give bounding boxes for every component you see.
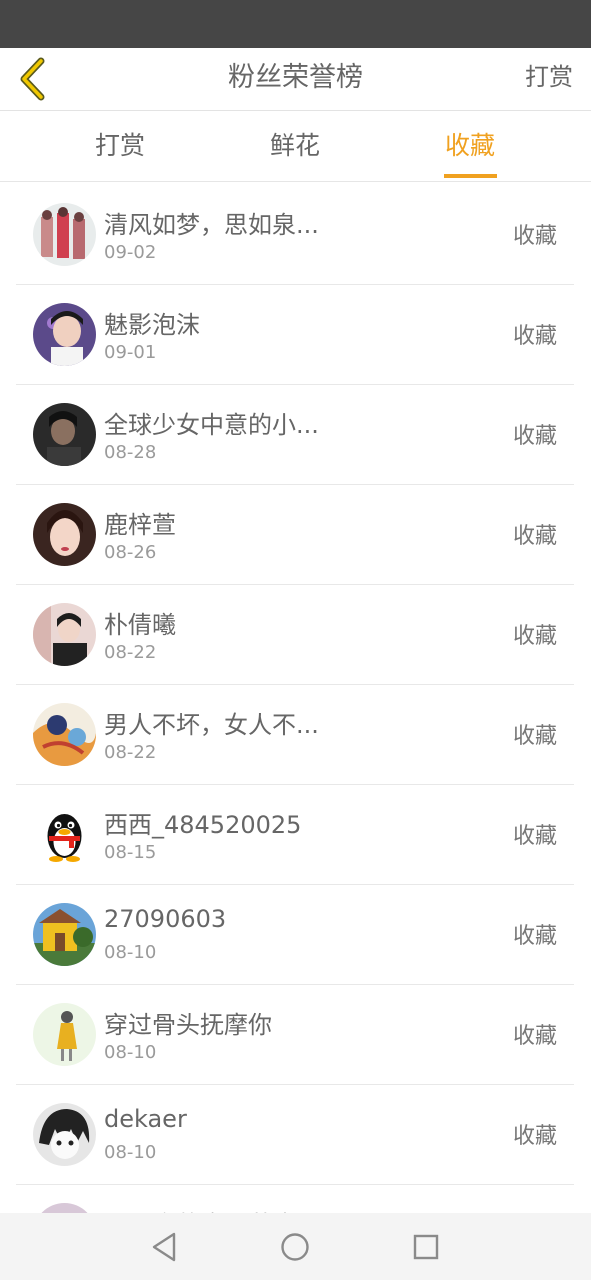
fan-date: 09-01	[104, 342, 157, 363]
fan-action-label: 收藏	[512, 624, 557, 649]
avatar	[33, 1003, 96, 1066]
fan-action-label: 收藏	[512, 424, 557, 449]
list-item[interactable]: 27090603 08-10 收藏	[16, 885, 574, 985]
fan-date: 08-10	[104, 1042, 157, 1063]
list-item[interactable]: 清风如梦，思如泉... 09-02 收藏	[16, 185, 574, 285]
fan-date: 09-02	[104, 242, 157, 263]
fan-name: 全球少女中意的小...	[104, 411, 319, 439]
tab-reward[interactable]: 打赏	[70, 111, 170, 181]
page-title: 粉丝荣誉榜	[228, 62, 363, 93]
fan-date: 08-15	[104, 842, 157, 863]
fan-list[interactable]: 清风如梦，思如泉... 09-02 收藏 魅影泡沫 09-01 收藏 全球少女中…	[0, 182, 591, 1214]
fan-action-label: 收藏	[512, 524, 557, 549]
avatar	[33, 303, 96, 366]
avatar	[33, 903, 96, 966]
qq-penguin-icon	[33, 803, 96, 866]
avatar	[33, 503, 96, 566]
system-nav-bar	[0, 1213, 591, 1280]
fan-name: 穿过骨头抚摩你	[104, 1011, 272, 1039]
fan-name: 魅影泡沫	[104, 311, 200, 339]
avatar	[33, 703, 96, 766]
list-item[interactable]: dekaer 08-10 收藏	[16, 1085, 574, 1185]
tab-flowers[interactable]: 鲜花	[245, 111, 345, 181]
fan-name: 鹿梓萱	[104, 511, 176, 539]
status-bar	[0, 0, 591, 48]
avatar	[33, 403, 96, 466]
reward-button[interactable]: 打赏	[525, 48, 573, 110]
fan-date: 08-10	[104, 1142, 157, 1163]
list-item[interactable]: 鹿梓萱 08-26 收藏	[16, 485, 574, 585]
fan-action-label: 收藏	[512, 224, 557, 249]
header: 粉丝荣誉榜 打赏	[0, 48, 591, 111]
square-recent-icon[interactable]	[409, 1230, 443, 1264]
tab-bar: 打赏 鲜花 收藏	[0, 111, 591, 182]
avatar	[33, 603, 96, 666]
fan-action-label: 收藏	[512, 924, 557, 949]
fan-name: 清风如梦，思如泉...	[104, 211, 319, 239]
list-item[interactable]: 全球少女中意的小... 08-28 收藏	[16, 385, 574, 485]
fan-name: 27090603	[104, 905, 227, 933]
fan-date: 08-10	[104, 942, 157, 963]
fan-action-label: 收藏	[512, 824, 557, 849]
avatar	[33, 1103, 96, 1166]
fan-name: dekaer	[104, 1105, 187, 1133]
fan-name: 朴倩曦	[104, 611, 176, 639]
list-item[interactable]: 魅影泡沫 09-01 收藏	[16, 285, 574, 385]
fan-date: 08-22	[104, 742, 157, 763]
list-item[interactable]: EXO家的宝贝莱米	[16, 1185, 574, 1214]
fan-name: 西西_484520025	[104, 811, 302, 839]
fan-action-label: 收藏	[512, 1124, 557, 1149]
list-item[interactable]: 男人不坏，女人不... 08-22 收藏	[16, 685, 574, 785]
list-item[interactable]: 西西_484520025 08-15 收藏	[16, 785, 574, 885]
list-item[interactable]: 朴倩曦 08-22 收藏	[16, 585, 574, 685]
fan-action-label: 收藏	[512, 724, 557, 749]
fan-name: 男人不坏，女人不...	[104, 711, 319, 739]
tab-favorites[interactable]: 收藏	[420, 111, 520, 181]
list-item[interactable]: 穿过骨头抚摩你 08-10 收藏	[16, 985, 574, 1085]
active-tab-indicator	[444, 174, 497, 178]
circle-home-icon[interactable]	[278, 1230, 312, 1264]
fan-action-label: 收藏	[512, 1024, 557, 1049]
avatar	[33, 203, 96, 266]
triangle-back-icon[interactable]	[148, 1230, 182, 1264]
fan-date: 08-28	[104, 442, 157, 463]
fan-date: 08-22	[104, 642, 157, 663]
avatar	[33, 803, 96, 866]
fan-date: 08-26	[104, 542, 157, 563]
fan-action-label: 收藏	[512, 324, 557, 349]
